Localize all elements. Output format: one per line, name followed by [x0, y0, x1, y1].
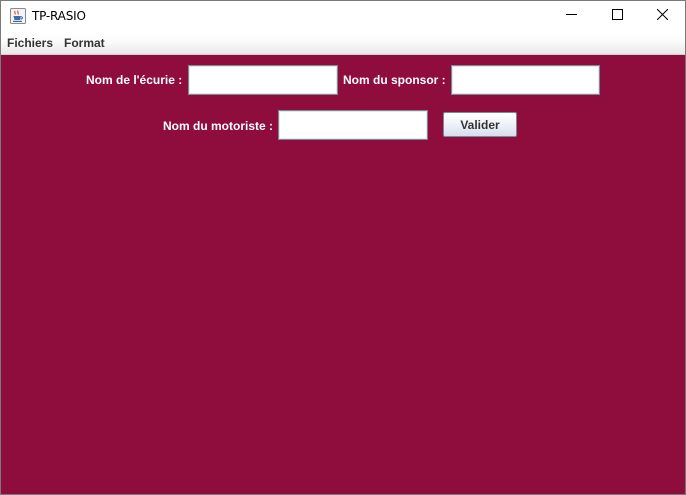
app-window: TP-RASIO Fichiers Format Nom de l'écurie…	[0, 0, 686, 495]
maximize-icon	[611, 7, 623, 25]
motoriste-input[interactable]	[278, 110, 428, 140]
maximize-button[interactable]	[594, 1, 640, 31]
close-button[interactable]	[639, 1, 685, 31]
form-panel: Nom de l'écurie : Nom du sponsor : Nom d…	[1, 55, 685, 494]
minimize-icon	[565, 7, 577, 25]
motoriste-label: Nom du motoriste :	[163, 119, 273, 133]
sponsor-label: Nom du sponsor :	[343, 73, 446, 87]
menu-bar: Fichiers Format	[1, 31, 685, 55]
menu-fichiers[interactable]: Fichiers	[7, 36, 53, 50]
java-cup-icon	[10, 8, 26, 24]
sponsor-input[interactable]	[451, 65, 600, 95]
ecurie-label: Nom de l'écurie :	[86, 73, 183, 87]
minimize-button[interactable]	[548, 1, 594, 31]
window-title: TP-RASIO	[32, 9, 86, 23]
close-icon	[656, 7, 668, 25]
valider-button[interactable]: Valider	[443, 112, 517, 137]
title-bar[interactable]: TP-RASIO	[1, 1, 685, 31]
ecurie-input[interactable]	[188, 65, 338, 95]
menu-format[interactable]: Format	[64, 36, 105, 50]
